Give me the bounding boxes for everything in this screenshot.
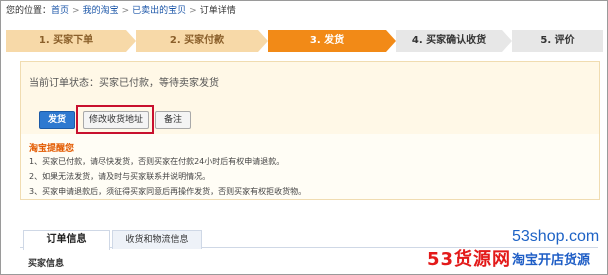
breadcrumb-sold-items[interactable]: 已卖出的宝贝 <box>132 6 186 16</box>
step-label: 3. 发货 <box>309 35 345 46</box>
edit-address-button[interactable]: 修改收货地址 <box>83 111 149 129</box>
buyer-info-heading: 买家信息 <box>28 259 65 269</box>
order-progress-steps: 1. 买家下单 2. 买家付款 3. 发货 4. 买家确认收货 5. 评价 <box>6 30 603 52</box>
order-status-panel: 当前订单状态：买家已付款，等待卖家发货 发货 修改收货地址 备注 <box>20 61 600 136</box>
breadcrumb-separator: > <box>121 6 130 16</box>
step-review: 5. 评价 <box>512 30 603 52</box>
tab-order-info[interactable]: 订单信息 <box>23 230 110 250</box>
breadcrumb-separator: > <box>72 6 80 16</box>
breadcrumb: 您的位置：首页 > 我的淘宝 > 已卖出的宝贝 > 订单详情 <box>6 5 236 17</box>
tip-item: 3、买家申请退款后，须征得买家同意后再操作发货，否则买家有权拒收货物。 <box>29 187 307 196</box>
step-ship: 3. 发货 <box>268 30 386 52</box>
step-label: 1. 买家下单 <box>38 35 94 46</box>
watermark-url: 53shop.com <box>512 228 600 245</box>
ship-button[interactable]: 发货 <box>39 111 75 129</box>
tip-item: 2、如果无法发货，请及时与买家联系并说明情况。 <box>29 172 211 181</box>
taobao-tips-panel: 淘宝提醒您 1、买家已付款，请尽快发货，否则买家在付款24小时后有权申请退款。 … <box>20 134 600 200</box>
breadcrumb-separator: > <box>189 6 197 16</box>
step-confirm-receipt: 4. 买家确认收货 <box>396 30 502 52</box>
step-arrow <box>258 30 268 52</box>
tips-title: 淘宝提醒您 <box>29 144 75 154</box>
step-arrow <box>386 30 396 52</box>
step-arrow <box>126 30 136 52</box>
breadcrumb-home[interactable]: 首页 <box>51 6 69 16</box>
watermark-slogan: 淘宝开店货源 <box>512 253 591 268</box>
order-status-text: 当前订单状态：买家已付款，等待卖家发货 <box>29 78 219 89</box>
breadcrumb-prefix: 您的位置： <box>6 6 52 16</box>
breadcrumb-my-taobao[interactable]: 我的淘宝 <box>83 6 119 16</box>
step-buyer-order: 1. 买家下单 <box>6 30 126 52</box>
page-frame: 您的位置：首页 > 我的淘宝 > 已卖出的宝贝 > 订单详情 1. 买家下单 2. 买家付款… <box>0 0 608 275</box>
step-label: 2. 买家付款 <box>169 35 225 46</box>
note-button[interactable]: 备注 <box>155 111 191 129</box>
tip-item: 1、买家已付款，请尽快发货，否则买家在付款24小时后有权申请退款。 <box>29 157 285 166</box>
step-buyer-pay: 2. 买家付款 <box>136 30 258 52</box>
step-arrow <box>502 30 512 52</box>
watermark-logo: 53货源网 <box>427 249 512 270</box>
tab-shipping-logistics[interactable]: 收货和物流信息 <box>112 230 202 249</box>
step-label: 5. 评价 <box>540 35 575 46</box>
breadcrumb-current: 订单详情 <box>199 6 236 16</box>
step-label: 4. 买家确认收货 <box>411 35 487 46</box>
